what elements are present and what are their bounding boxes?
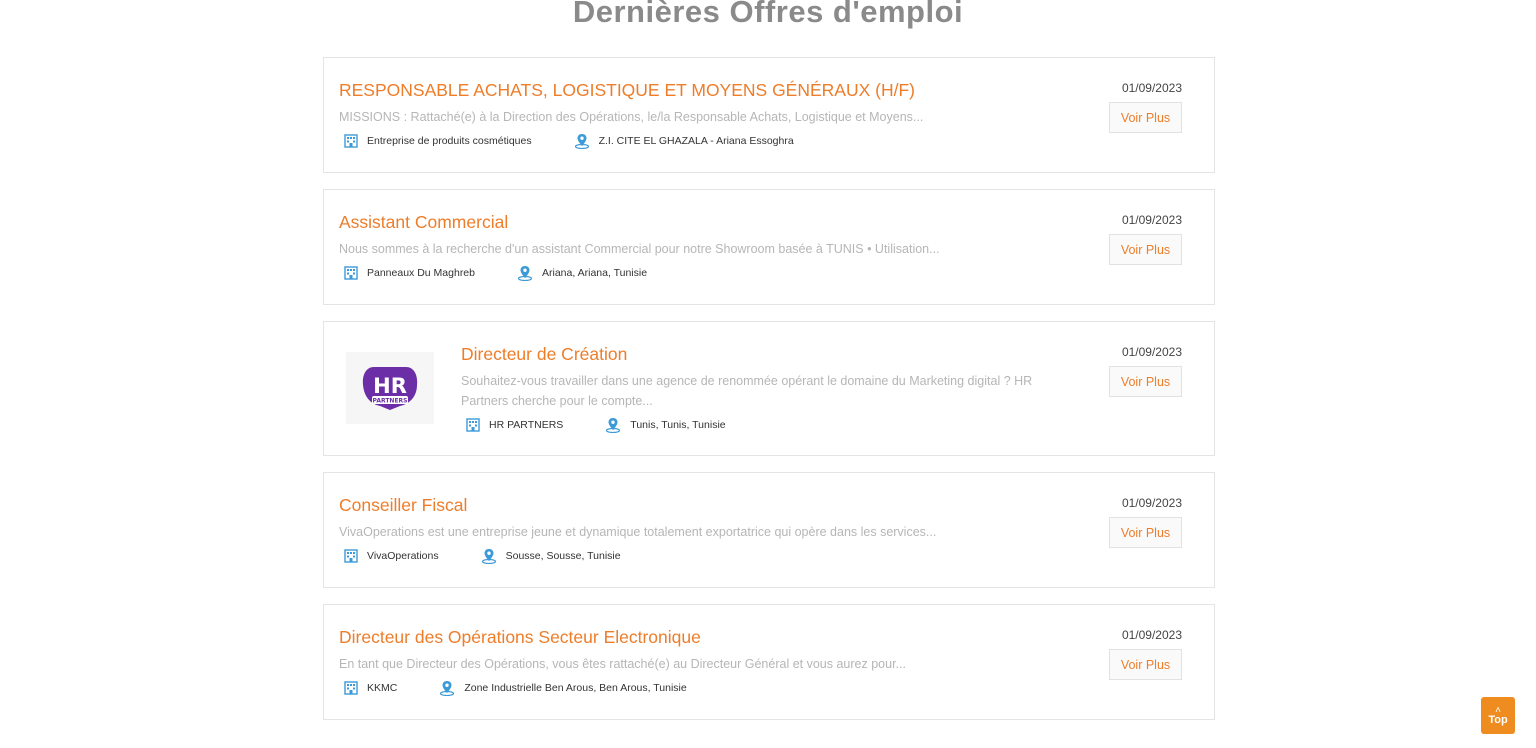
job-description: En tant que Directeur des Opérations, vo…	[339, 657, 906, 671]
hr-partners-logo-icon: HR PARTNERS	[362, 367, 418, 410]
job-location: Zone Industrielle Ben Arous, Ben Arous, …	[439, 680, 687, 696]
job-date: 01/09/2023	[1121, 345, 1182, 359]
company-name: Panneaux Du Maghreb	[367, 267, 475, 279]
job-list: RESPONSABLE ACHATS, LOGISTIQUE ET MOYENS…	[323, 57, 1215, 736]
location-text: Sousse, Sousse, Tunisie	[505, 550, 621, 562]
job-date: 01/09/2023	[1121, 81, 1182, 95]
map-pin-icon	[606, 418, 621, 433]
company-logo[interactable]: HR PARTNERS	[346, 352, 434, 424]
voir-plus-button[interactable]: Voir Plus	[1109, 102, 1182, 133]
job-title-link[interactable]: Assistant Commercial	[339, 210, 1064, 234]
job-title-link[interactable]: Directeur de Création	[461, 342, 1064, 366]
job-company: Entreprise de produits cosmétiques	[344, 134, 532, 148]
map-pin-icon	[440, 681, 455, 696]
job-date: 01/09/2023	[1121, 213, 1182, 227]
job-description: Nous sommes à la recherche d'un assistan…	[339, 242, 940, 256]
building-icon	[344, 549, 358, 563]
job-company: HR PARTNERS	[466, 418, 563, 432]
job-card: RESPONSABLE ACHATS, LOGISTIQUE ET MOYENS…	[323, 57, 1215, 173]
map-pin-icon	[481, 549, 496, 564]
voir-plus-button[interactable]: Voir Plus	[1109, 649, 1182, 680]
job-location: Sousse, Sousse, Tunisie	[481, 548, 621, 564]
job-title-link[interactable]: RESPONSABLE ACHATS, LOGISTIQUE ET MOYENS…	[339, 78, 1064, 102]
building-icon	[344, 681, 358, 695]
job-location: Ariana, Ariana, Tunisie	[517, 265, 647, 281]
job-company: VivaOperations	[344, 549, 439, 563]
job-description: VivaOperations est une entreprise jeune …	[339, 525, 937, 539]
job-company: Panneaux Du Maghreb	[344, 266, 475, 280]
voir-plus-button[interactable]: Voir Plus	[1109, 517, 1182, 548]
company-name: KKMC	[367, 682, 398, 694]
location-text: Zone Industrielle Ben Arous, Ben Arous, …	[464, 682, 687, 694]
job-title-link[interactable]: Directeur des Opérations Secteur Electro…	[339, 625, 1064, 649]
job-title-link[interactable]: Conseiller Fiscal	[339, 493, 1064, 517]
logo-text-main: HR	[373, 374, 407, 398]
job-card: Conseiller Fiscal VivaOperations est une…	[323, 472, 1215, 588]
building-icon	[466, 418, 480, 432]
job-description: MISSIONS : Rattaché(e) à la Direction de…	[339, 110, 924, 124]
voir-plus-button[interactable]: Voir Plus	[1109, 234, 1182, 265]
job-card: Directeur des Opérations Secteur Electro…	[323, 604, 1215, 720]
scroll-top-button[interactable]: ˄ Top	[1481, 697, 1515, 734]
job-description: Souhaitez-vous travailler dans une agenc…	[461, 374, 1033, 408]
map-pin-icon	[517, 266, 533, 281]
page: Dernières Offres d'emploi RESPONSABLE AC…	[0, 0, 1536, 748]
job-location: Tunis, Tunis, Tunisie	[605, 417, 726, 433]
logo-text-sub: PARTNERS	[373, 398, 408, 405]
job-location: Z.I. CITE EL GHAZALA - Ariana Essoghra	[574, 133, 794, 149]
company-name: VivaOperations	[367, 550, 439, 562]
job-company: KKMC	[344, 681, 397, 695]
scroll-top-label: Top	[1488, 713, 1508, 726]
building-icon	[344, 134, 358, 148]
job-date: 01/09/2023	[1121, 496, 1182, 510]
map-pin-icon	[574, 134, 589, 149]
location-text: Ariana, Ariana, Tunisie	[542, 267, 648, 279]
location-text: Z.I. CITE EL GHAZALA - Ariana Essoghra	[598, 135, 794, 147]
job-date: 01/09/2023	[1121, 628, 1182, 642]
section-title: Dernières Offres d'emploi	[572, 0, 964, 29]
location-text: Tunis, Tunis, Tunisie	[630, 419, 726, 431]
company-name: HR PARTNERS	[489, 419, 564, 431]
voir-plus-button[interactable]: Voir Plus	[1109, 366, 1182, 397]
job-card: HR PARTNERS Directeur de Création Souhai…	[323, 321, 1215, 456]
job-card: Assistant Commercial Nous sommes à la re…	[323, 189, 1215, 305]
building-icon	[344, 266, 358, 280]
company-name: Entreprise de produits cosmétiques	[367, 135, 532, 147]
